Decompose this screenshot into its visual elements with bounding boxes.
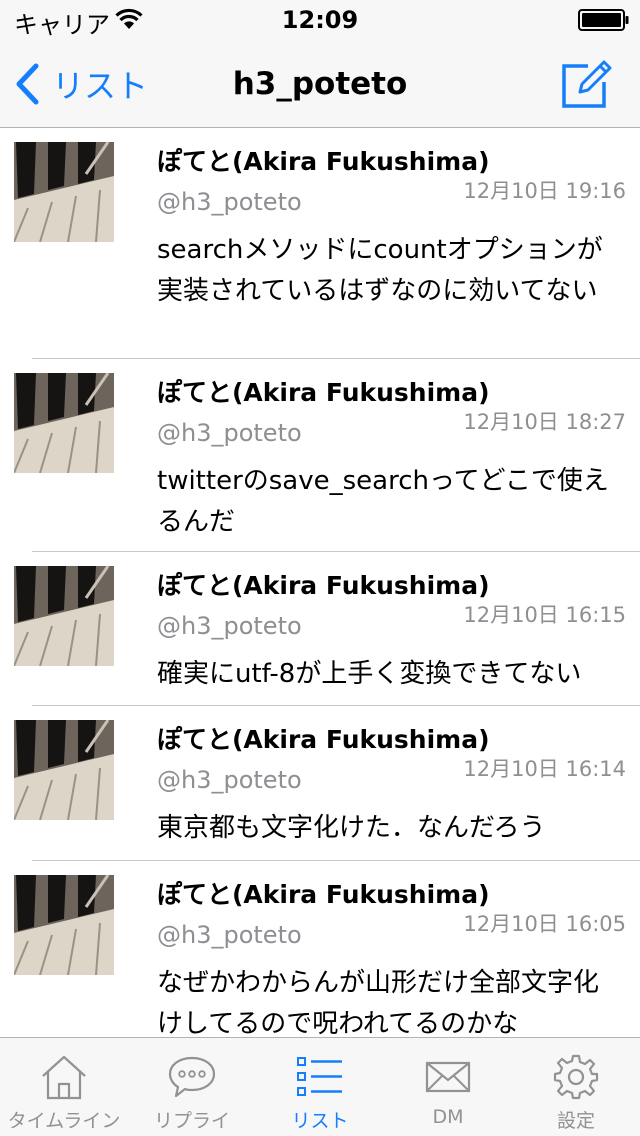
tweet-text: twitterのsave_searchってどこで使えるんだ xyxy=(157,466,609,537)
navigation-bar: リスト h3_poteto xyxy=(0,40,640,128)
avatar[interactable] xyxy=(14,875,114,975)
tweet-timestamp: 12月10日 16:15 xyxy=(463,603,626,627)
tab-list-label: リスト xyxy=(291,1110,349,1132)
avatar[interactable] xyxy=(14,142,114,242)
tab-reply[interactable]: リプライ xyxy=(128,1038,256,1136)
tweet-row[interactable]: ぽてと(Akira Fukushima) 12月10日 19:16 @h3_po… xyxy=(0,128,640,359)
chevron-left-icon xyxy=(16,63,39,105)
tweet-text: 確実にutf-8が上手く変換できてない xyxy=(157,659,582,689)
tab-settings-label: 設定 xyxy=(556,1110,595,1132)
tweet-row[interactable]: ぽてと(Akira Fukushima) 12月10日 18:27 @h3_po… xyxy=(0,359,640,552)
back-button-label: リスト xyxy=(52,67,149,105)
tweet-author-name: ぽてと(Akira Fukushima) xyxy=(157,378,490,407)
tweet-author-name: ぽてと(Akira Fukushima) xyxy=(157,147,490,176)
tweet-text: なぜかわからんが山形だけ全部文字化けしてるので呪われてるのかな xyxy=(157,968,600,1037)
tweet-row[interactable]: ぽてと(Akira Fukushima) 12月10日 16:05 @h3_po… xyxy=(0,861,640,1037)
tweet-row[interactable]: ぽてと(Akira Fukushima) 12月10日 16:15 @h3_po… xyxy=(0,552,640,706)
tweet-author-name: ぽてと(Akira Fukushima) xyxy=(157,725,490,754)
status-time: 12:09 xyxy=(281,6,359,34)
tab-dm-label: DM xyxy=(432,1106,464,1128)
status-bar: キャリア 12:09 xyxy=(0,0,640,40)
tweet-timestamp: 12月10日 19:16 xyxy=(463,179,626,203)
back-button[interactable]: リスト xyxy=(12,60,148,108)
battery-icon xyxy=(578,9,629,31)
tweet-row[interactable]: ぽてと(Akira Fukushima) 12月10日 16:14 @h3_po… xyxy=(0,706,640,861)
tweet-author-handle: @h3_poteto xyxy=(157,612,302,640)
tweet-author-handle: @h3_poteto xyxy=(157,766,302,794)
tweet-author-name: ぽてと(Akira Fukushima) xyxy=(157,571,490,600)
tweet-author-name: ぽてと(Akira Fukushima) xyxy=(157,880,490,909)
tweet-timestamp: 12月10日 16:14 xyxy=(463,757,626,781)
reply-bubble-icon xyxy=(168,1056,216,1098)
envelope-icon xyxy=(425,1061,471,1093)
compose-icon[interactable] xyxy=(558,56,614,112)
tweet-text: 東京都も文字化けた．なんだろう xyxy=(157,813,546,843)
tweet-author-handle: @h3_poteto xyxy=(157,921,302,949)
avatar[interactable] xyxy=(14,566,114,666)
tweet-author-handle: @h3_poteto xyxy=(157,188,302,216)
avatar[interactable] xyxy=(14,720,114,820)
tab-reply-label: リプライ xyxy=(153,1110,230,1132)
avatar[interactable] xyxy=(14,373,114,473)
tweet-list[interactable]: ぽてと(Akira Fukushima) 12月10日 19:16 @h3_po… xyxy=(0,128,640,1037)
tab-list[interactable]: リスト xyxy=(256,1038,384,1136)
tweet-timestamp: 12月10日 16:05 xyxy=(463,912,626,936)
tweet-timestamp: 12月10日 18:27 xyxy=(463,410,626,434)
gear-icon xyxy=(553,1054,599,1100)
list-icon xyxy=(297,1057,342,1096)
tab-settings[interactable]: 設定 xyxy=(512,1038,640,1136)
tab-timeline-label: タイムライン xyxy=(7,1110,121,1132)
tab-bar: タイムライン リプライ リスト DM 設定 xyxy=(0,1037,640,1136)
tab-timeline[interactable]: タイムライン xyxy=(0,1038,128,1136)
tweet-text: searchメソッドにcountオプションが実装されているはずなのに効いてない xyxy=(157,235,603,306)
tweet-author-handle: @h3_poteto xyxy=(157,419,302,447)
page-title: h3_poteto xyxy=(232,66,408,102)
tab-dm[interactable]: DM xyxy=(384,1038,512,1136)
home-icon xyxy=(42,1055,86,1100)
